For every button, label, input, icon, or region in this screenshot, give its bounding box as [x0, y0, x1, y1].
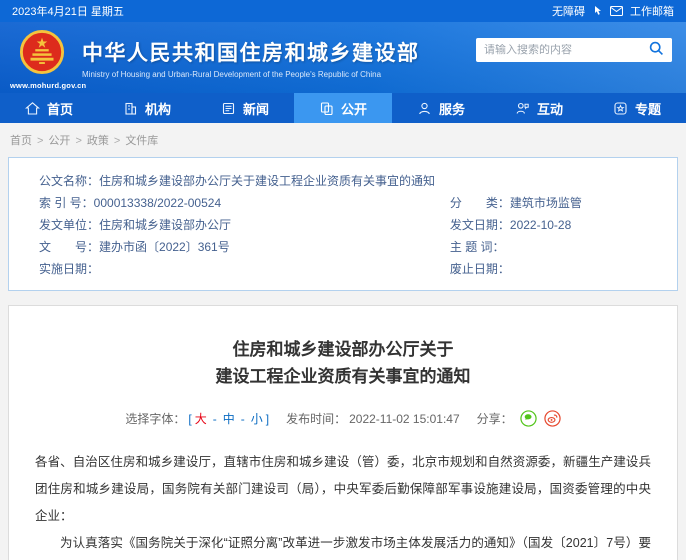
building-icon: [123, 101, 138, 116]
documents-icon: [319, 101, 334, 116]
meta-value: 建筑市场监管: [510, 196, 582, 210]
document-title-line1: 住房和城乡建设部办公厅关于: [35, 336, 651, 363]
meta-category: 分 类：建筑市场监管: [450, 192, 677, 214]
dash: -: [241, 412, 245, 426]
meta-implementation-date: 实施日期：: [39, 258, 450, 280]
nav-item-organization[interactable]: 机构: [98, 93, 196, 123]
breadcrumb-separator: >: [75, 135, 81, 147]
meta-subject-words: 主 题 词：: [450, 236, 677, 258]
publish-time: 2022-11-02 15:01:47: [349, 412, 460, 426]
wechat-share-icon[interactable]: [520, 410, 537, 427]
nav-label: 公开: [341, 99, 367, 118]
nav-label: 服务: [439, 99, 465, 118]
topbar-date: 2023年4月21日 星期五: [12, 3, 124, 19]
site-title: 中华人民共和国住房和城乡建设部: [82, 37, 420, 67]
dash: -: [213, 412, 217, 426]
meta-label: 索 引 号：: [39, 196, 94, 210]
breadcrumb-disclosure[interactable]: 公开: [48, 135, 70, 147]
document-title-line2: 建设工程企业资质有关事宜的通知: [35, 363, 651, 390]
font-size-medium[interactable]: 中: [223, 410, 235, 427]
meta-doc-number: 文 号：建办市函〔2022〕361号: [39, 236, 450, 258]
topbar: 2023年4月21日 星期五 无障碍 工作邮箱: [0, 0, 686, 22]
font-size-large[interactable]: 大: [195, 410, 207, 427]
nav-label: 专题: [635, 99, 661, 118]
nav-item-interaction[interactable]: 互动: [490, 93, 588, 123]
meta-label: 分 类：: [450, 196, 510, 210]
publish-time-label: 发布时间：: [286, 410, 346, 427]
nav-label: 新闻: [243, 99, 269, 118]
meta-label: 发文单位：: [39, 218, 99, 232]
meta-issue-date: 发文日期：2022-10-28: [450, 214, 677, 236]
doc-meta-panel: 公文名称：住房和城乡建设部办公厅关于建设工程企业资质有关事宜的通知 索 引 号：…: [8, 157, 678, 291]
bracket: ]: [266, 412, 269, 426]
nav-item-disclosure[interactable]: 公开: [294, 93, 392, 123]
nav-item-news[interactable]: 新闻: [196, 93, 294, 123]
document-title: 住房和城乡建设部办公厅关于 建设工程企业资质有关事宜的通知: [35, 336, 651, 390]
nav-label: 首页: [47, 99, 73, 118]
breadcrumb-home[interactable]: 首页: [10, 135, 32, 147]
star-badge-icon: [613, 101, 628, 116]
work-mailbox-link[interactable]: 工作邮箱: [630, 3, 674, 19]
paragraph-preamble: 为认真落实《国务院关于深化“证照分离”改革进一步激发市场主体发展活力的通知》（国…: [35, 530, 651, 560]
meta-abolition-date: 废止日期：: [450, 258, 677, 280]
meta-value: 建办市函〔2022〕361号: [99, 240, 230, 254]
nav-label: 互动: [537, 99, 563, 118]
share-label: 分享：: [477, 410, 513, 427]
document-meta-row: 选择字体：[大-中-小] 发布时间：2022-11-02 15:01:47 分享…: [35, 410, 651, 427]
meta-spacer: [450, 170, 677, 192]
news-icon: [221, 101, 236, 116]
meta-label: 文 号：: [39, 240, 99, 254]
meta-value: 住房和城乡建设部办公厅关于建设工程企业资质有关事宜的通知: [99, 174, 435, 188]
nav-item-services[interactable]: 服务: [392, 93, 490, 123]
document-body: 各省、自治区住房和城乡建设厅，直辖市住房和城乡建设（管）委，北京市规划和自然资源…: [35, 449, 651, 560]
meta-label: 主 题 词：: [450, 240, 505, 254]
document-panel: 住房和城乡建设部办公厅关于 建设工程企业资质有关事宜的通知 选择字体：[大-中-…: [8, 305, 678, 560]
bracket: [: [188, 412, 191, 426]
accessibility-link[interactable]: 无障碍: [552, 3, 585, 19]
main-nav: 首页 机构 新闻 公开 服务 互动 专题: [0, 93, 686, 123]
meta-label: 公文名称：: [39, 174, 99, 188]
search-icon: [649, 41, 664, 59]
nav-label: 机构: [145, 99, 171, 118]
breadcrumb: 首页 > 公开 > 政策 > 文件库: [0, 123, 686, 155]
breadcrumb-separator: >: [37, 135, 43, 147]
search-input[interactable]: [476, 44, 640, 56]
meta-issuing-unit: 发文单位：住房和城乡建设部办公厅: [39, 214, 450, 236]
search-button[interactable]: [640, 38, 672, 62]
meta-index-number: 索 引 号：000013338/2022-00524: [39, 192, 450, 214]
font-size-label: 选择字体：: [125, 410, 185, 427]
search-box: [476, 38, 672, 62]
nav-item-topics[interactable]: 专题: [588, 93, 686, 123]
weibo-share-icon[interactable]: [544, 410, 561, 427]
meta-value: 000013338/2022-00524: [94, 196, 221, 210]
breadcrumb-library[interactable]: 文件库: [125, 135, 158, 147]
meta-value: 住房和城乡建设部办公厅: [99, 218, 231, 232]
meta-label: 废止日期：: [450, 262, 510, 276]
hand-cursor-icon[interactable]: [592, 5, 603, 17]
mail-icon: [610, 6, 623, 16]
breadcrumb-policy[interactable]: 政策: [87, 135, 109, 147]
font-size-small[interactable]: 小: [251, 410, 263, 427]
meta-doc-name: 公文名称：住房和城乡建设部办公厅关于建设工程企业资质有关事宜的通知: [39, 170, 450, 192]
meta-label: 发文日期：: [450, 218, 510, 232]
site-title-en: Ministry of Housing and Urban-Rural Deve…: [82, 70, 420, 79]
service-person-icon: [417, 101, 432, 116]
interaction-icon: [515, 101, 530, 116]
page: 2023年4月21日 星期五 无障碍 工作邮箱 www.mohurd.gov: [0, 0, 686, 560]
national-emblem-icon: [19, 29, 65, 75]
site-url: www.mohurd.gov.cn: [10, 81, 74, 90]
home-icon: [25, 101, 40, 116]
site-header: www.mohurd.gov.cn 中华人民共和国住房和城乡建设部 Minist…: [0, 22, 686, 93]
breadcrumb-separator: >: [114, 135, 120, 147]
meta-value: 2022-10-28: [510, 218, 571, 232]
paragraph-recipients: 各省、自治区住房和城乡建设厅，直辖市住房和城乡建设（管）委，北京市规划和自然资源…: [35, 449, 651, 530]
nav-item-home[interactable]: 首页: [0, 93, 98, 123]
meta-label: 实施日期：: [39, 262, 99, 276]
